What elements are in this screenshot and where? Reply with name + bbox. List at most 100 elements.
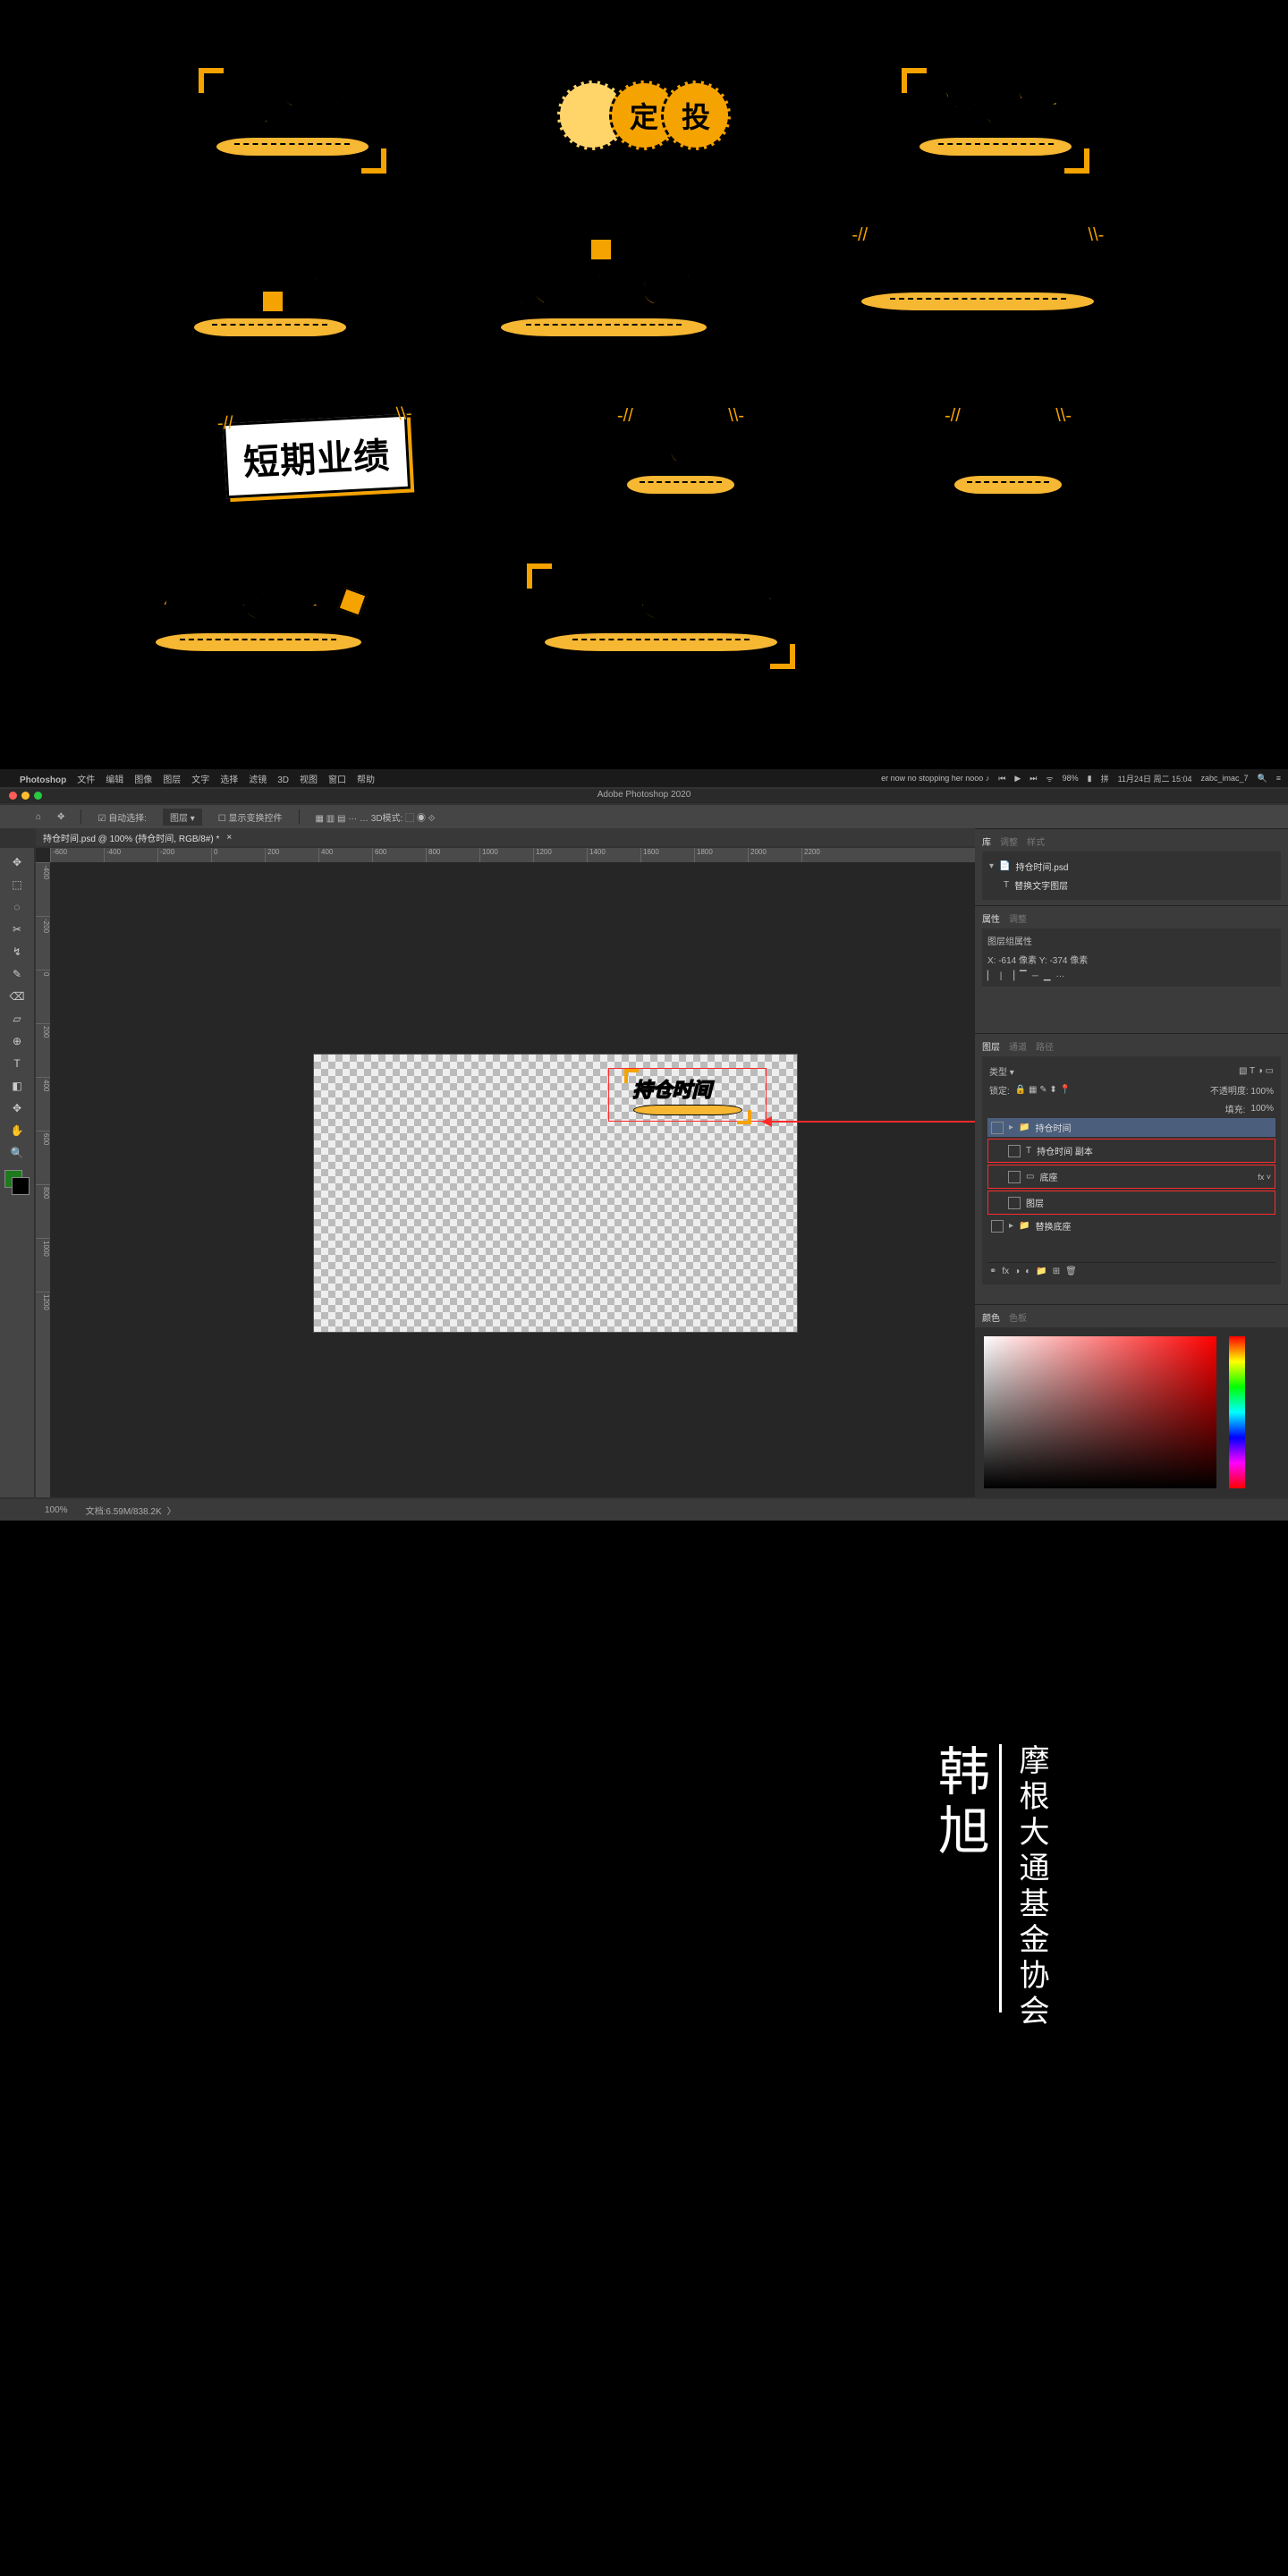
options-bar[interactable]: ⌂ ✥ ☑ 自动选择: 图层 ▾ ☐ 显示变换控件 ▦ ▥ ▤ ··· … 3D… bbox=[0, 805, 1288, 828]
home-icon[interactable]: ⌂ bbox=[36, 812, 41, 822]
fx-icon[interactable]: fx bbox=[1002, 1267, 1009, 1276]
date-time[interactable]: 11月24日 周二 15:04 bbox=[1118, 773, 1192, 784]
title-text: 追星 bbox=[971, 419, 1045, 470]
tool-button[interactable]: ◧ bbox=[4, 1075, 30, 1097]
new-layer-icon[interactable]: ⊞ bbox=[1053, 1267, 1060, 1276]
visibility-icon[interactable] bbox=[991, 1122, 1004, 1134]
visibility-icon[interactable] bbox=[1008, 1197, 1021, 1209]
tool-button[interactable]: ⬚ bbox=[4, 874, 30, 895]
trash-icon[interactable]: 🗑 bbox=[1065, 1267, 1077, 1276]
tool-button[interactable]: ⊕ bbox=[4, 1030, 30, 1052]
platter-icon bbox=[953, 474, 1063, 496]
user-name[interactable]: zabc_imac_7 bbox=[1200, 774, 1248, 783]
platter-icon bbox=[918, 136, 1073, 157]
align-left-icon[interactable]: ▏ bbox=[987, 971, 995, 981]
input-icon[interactable]: 拼 bbox=[1101, 773, 1109, 784]
bracket-icon bbox=[199, 68, 224, 93]
layer-row[interactable]: ▸📁持仓时间 bbox=[987, 1118, 1275, 1137]
folder-icon[interactable]: 📁 bbox=[1036, 1267, 1046, 1276]
right-panels[interactable]: 库调整样式 ▾📄持仓时间.psd T替换文字图层 属性调整 图层组属性 X: -… bbox=[975, 828, 1288, 1497]
credit-frame: 韩旭 摩根大通基金协会 bbox=[0, 1673, 1288, 2576]
layers-panel[interactable]: 图层通道路径 类型 ▾ ▧ T ◑ ▭ 锁定: 🔒 ▦ ✎ ⬍ 📍 不透明度: … bbox=[975, 1033, 1288, 1304]
align-right-icon[interactable]: ▕ bbox=[1007, 971, 1014, 981]
align-group[interactable]: ▦ ▥ ▤ ··· … 3D模式: ⬚ ◉ ⟐ bbox=[316, 810, 436, 824]
title-text: 持仓时间 bbox=[219, 80, 366, 132]
link-layers-icon[interactable]: ⚭ bbox=[989, 1267, 996, 1276]
libraries-panel[interactable]: 库调整样式 ▾📄持仓时间.psd T替换文字图层 bbox=[975, 828, 1288, 905]
auto-select-dd[interactable]: 图层 ▾ bbox=[163, 809, 202, 826]
auto-select-checkbox[interactable]: ☑ 自动选择: bbox=[97, 810, 147, 824]
align-top-icon[interactable]: ▔ bbox=[1020, 971, 1027, 981]
platter-icon bbox=[192, 317, 348, 338]
mac-menu-item[interactable]: 编辑 bbox=[106, 775, 123, 785]
align-bot-icon[interactable]: ▁ bbox=[1044, 971, 1051, 981]
mac-menu-item[interactable]: 选择 bbox=[220, 775, 238, 785]
mac-menu-item[interactable]: 图层 bbox=[163, 775, 181, 785]
prop-xy[interactable]: X: -614 像素 Y: -374 像素 bbox=[987, 953, 1275, 966]
media-next-icon[interactable]: ⏭ bbox=[1030, 774, 1037, 784]
background-swatch[interactable] bbox=[12, 1177, 30, 1195]
menu-icon[interactable]: ≡ bbox=[1276, 774, 1281, 783]
title-text: 证券投资基金 bbox=[551, 576, 771, 628]
layer-row[interactable]: 图层 bbox=[990, 1193, 1273, 1212]
tool-button[interactable]: ↯ bbox=[4, 941, 30, 962]
title-card-1: 持仓时间 bbox=[215, 80, 370, 157]
layer-row[interactable]: ▭底座fx ˅ bbox=[990, 1167, 1273, 1186]
tool-button[interactable]: ✥ bbox=[4, 852, 30, 873]
mac-menubar[interactable]: Photoshop文件编辑图像图层文字选择滤镜3D视图窗口帮助 er now n… bbox=[0, 769, 1288, 787]
chevron-right-icon[interactable]: 〉 bbox=[167, 1504, 176, 1517]
transform-controls-checkbox[interactable]: ☐ 显示变换控件 bbox=[218, 810, 283, 824]
mac-menu-item[interactable]: 文字 bbox=[191, 775, 209, 785]
app-title: Adobe Photoshop 2020 bbox=[0, 790, 1288, 800]
visibility-icon[interactable] bbox=[1008, 1171, 1021, 1183]
tool-button[interactable]: ▱ bbox=[4, 1008, 30, 1030]
mac-menu-item[interactable]: 帮助 bbox=[357, 775, 375, 785]
mac-menu-item[interactable]: 文件 bbox=[77, 775, 95, 785]
tools-panel[interactable]: ✥⬚◌✂↯✎⌫▱⊕T◧✥✋🔍 bbox=[0, 848, 34, 1497]
media-play-icon[interactable]: ▶ bbox=[1014, 774, 1021, 784]
close-tab-icon[interactable]: × bbox=[226, 833, 232, 843]
color-field[interactable] bbox=[984, 1336, 1216, 1488]
media-prev-icon[interactable]: ⏮ bbox=[998, 774, 1005, 784]
mask-icon[interactable]: ◑ bbox=[1014, 1267, 1020, 1276]
properties-panel[interactable]: 属性调整 图层组属性 X: -614 像素 Y: -374 像素 ▏|▕ ▔─▁… bbox=[975, 905, 1288, 1033]
layer-kind-dd[interactable]: 类型 ▾ bbox=[989, 1064, 1014, 1078]
align-center-icon[interactable]: | bbox=[1000, 971, 1003, 981]
tool-button[interactable]: ⌫ bbox=[4, 986, 30, 1007]
visibility-icon[interactable] bbox=[1008, 1145, 1021, 1157]
document-tab[interactable]: 持仓时间.psd @ 100% (持仓时间, RGB/8#) *× bbox=[36, 828, 975, 846]
mac-menu-item[interactable]: 视图 bbox=[300, 775, 318, 785]
tool-button[interactable]: T bbox=[4, 1053, 30, 1074]
layer-row[interactable]: T持仓时间 副本 bbox=[990, 1141, 1273, 1160]
mac-menu-item[interactable]: Photoshop bbox=[20, 775, 66, 785]
color-picker[interactable] bbox=[975, 1327, 1288, 1497]
tool-button[interactable]: 🔍 bbox=[4, 1142, 30, 1164]
platter-icon bbox=[154, 631, 363, 653]
mac-menu-item[interactable]: 滤镜 bbox=[249, 775, 267, 785]
move-tool-icon[interactable]: ✥ bbox=[57, 812, 64, 822]
title-text: 政策 bbox=[644, 419, 717, 470]
adjustment-icon[interactable]: ◐ bbox=[1025, 1267, 1030, 1276]
canvas-area[interactable]: -600-400-2000200400600800100012001400160… bbox=[36, 848, 975, 1497]
hue-slider[interactable] bbox=[1229, 1336, 1245, 1488]
tool-button[interactable]: ✎ bbox=[4, 963, 30, 985]
credit-name: 韩旭 bbox=[933, 1744, 985, 1862]
battery-icon: ▮ bbox=[1088, 774, 1092, 784]
doc-size: 文档:6.59M/838.2K bbox=[86, 1504, 162, 1517]
stock-icon bbox=[261, 290, 284, 313]
zoom-level[interactable]: 100% bbox=[45, 1505, 68, 1515]
mac-menu-item[interactable]: 3D bbox=[277, 775, 289, 785]
mac-menu-item[interactable]: 图像 bbox=[134, 775, 152, 785]
visibility-icon[interactable] bbox=[991, 1220, 1004, 1233]
ruler-horizontal: -600-400-2000200400600800100012001400160… bbox=[50, 848, 975, 862]
tool-button[interactable]: ✥ bbox=[4, 1097, 30, 1119]
layer-row[interactable]: ▸📁替换底座 bbox=[987, 1216, 1275, 1235]
tool-button[interactable]: ◌ bbox=[4, 896, 30, 918]
wifi-icon[interactable]: ᯤ bbox=[1046, 773, 1053, 784]
tool-button[interactable]: ✂ bbox=[4, 919, 30, 940]
align-mid-icon[interactable]: ─ bbox=[1032, 971, 1038, 981]
title-card-4: 蓝筹股 bbox=[192, 238, 348, 338]
search-icon[interactable]: 🔍 bbox=[1258, 774, 1267, 784]
tool-button[interactable]: ✋ bbox=[4, 1120, 30, 1141]
mac-menu-item[interactable]: 窗口 bbox=[328, 775, 346, 785]
